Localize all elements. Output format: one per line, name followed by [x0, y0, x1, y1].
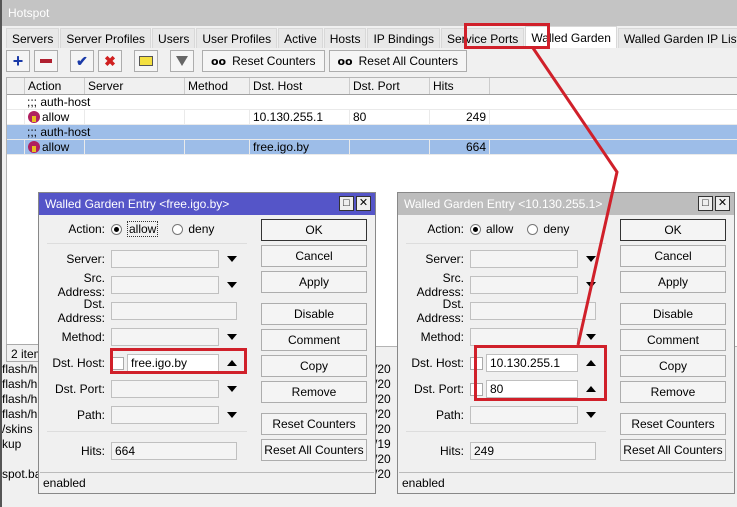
annotation-line [531, 47, 619, 346]
annotation-connector [531, 47, 619, 346]
